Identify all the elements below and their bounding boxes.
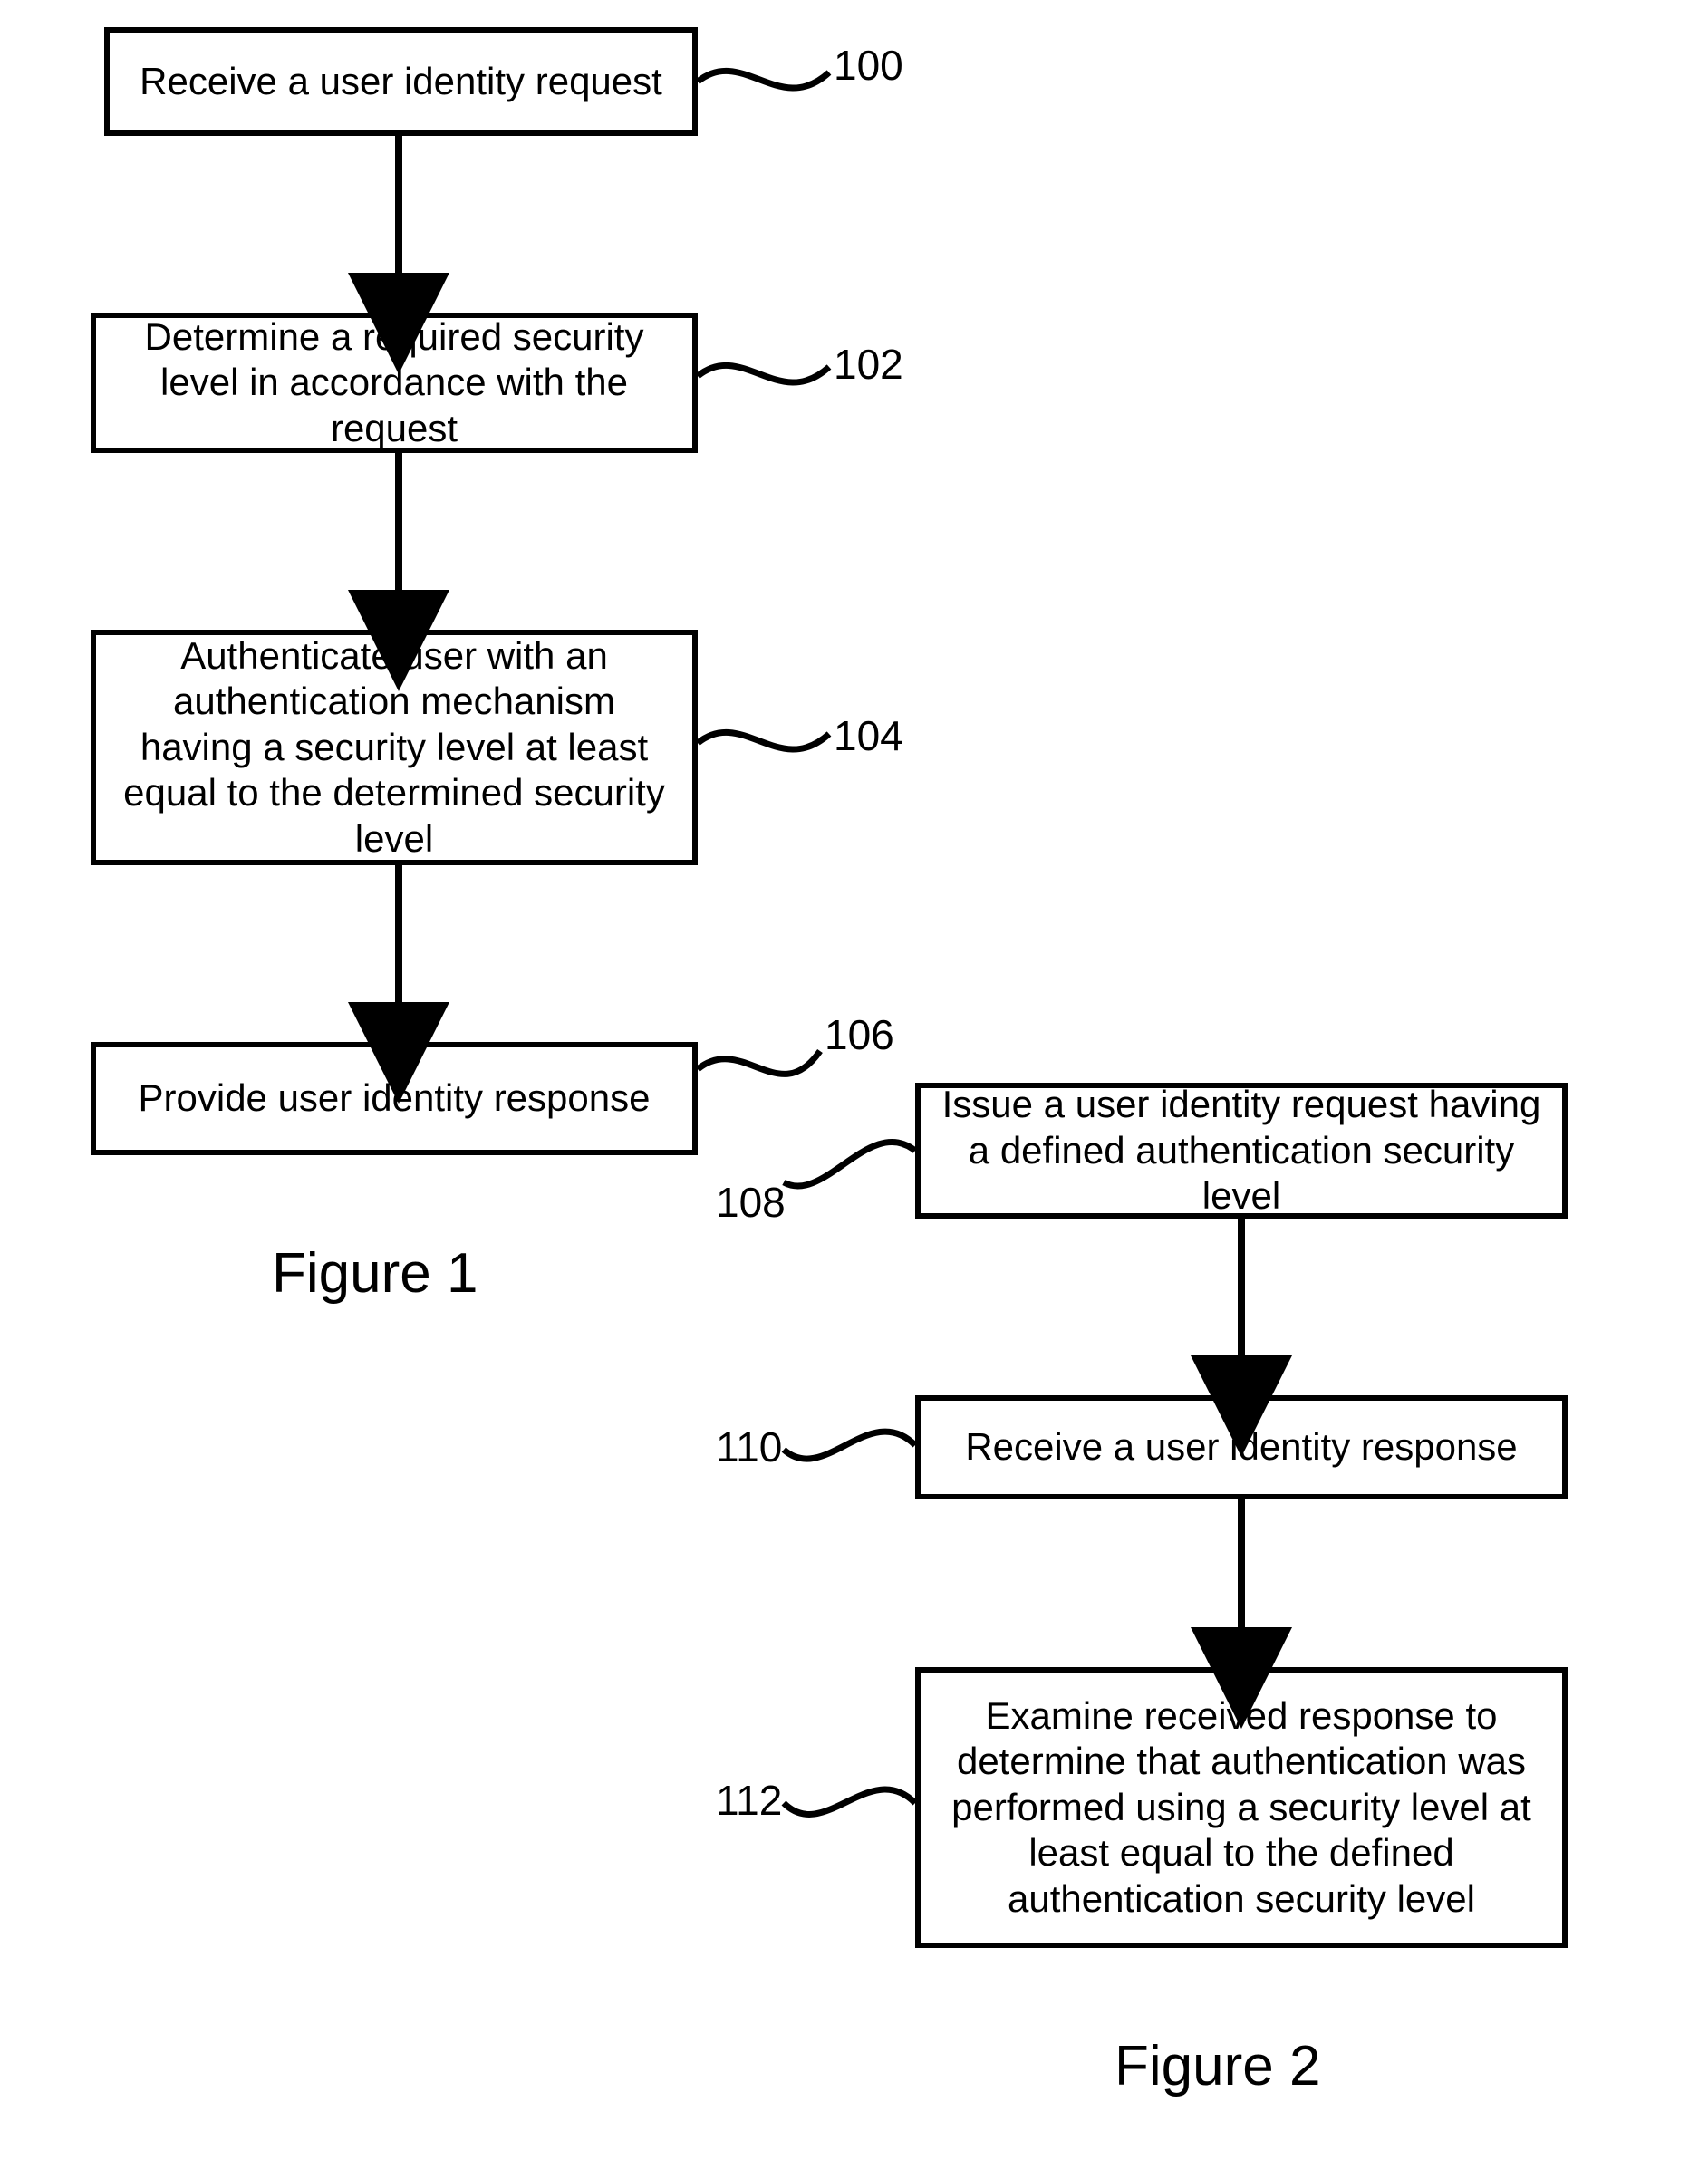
fig1-caption: Figure 1 xyxy=(272,1241,478,1306)
fig2-step-110-text: Receive a user identity response xyxy=(965,1424,1517,1470)
fig1-step-102-id: 102 xyxy=(834,340,903,389)
fig2-step-110: Receive a user identity response xyxy=(915,1395,1568,1499)
fig1-step-102-text: Determine a required security level in a… xyxy=(112,314,676,451)
fig1-step-100-id: 100 xyxy=(834,41,903,90)
fig2-step-108: Issue a user identity request having a d… xyxy=(915,1083,1568,1219)
fig2-step-112: Examine received response to determine t… xyxy=(915,1667,1568,1948)
fig1-step-106-id: 106 xyxy=(825,1010,894,1059)
fig2-step-110-id: 110 xyxy=(716,1422,782,1471)
fig2-caption: Figure 2 xyxy=(1115,2034,1320,2098)
fig1-step-100: Receive a user identity request xyxy=(104,27,698,136)
fig2-step-112-id: 112 xyxy=(716,1776,782,1825)
fig1-step-104-text: Authenticate user with an authentication… xyxy=(112,633,676,862)
fig2-step-112-text: Examine received response to determine t… xyxy=(937,1693,1546,1922)
fig2-step-108-text: Issue a user identity request having a d… xyxy=(937,1082,1546,1219)
fig1-step-104: Authenticate user with an authentication… xyxy=(91,630,698,865)
fig1-step-106: Provide user identity response xyxy=(91,1042,698,1155)
fig1-step-100-text: Receive a user identity request xyxy=(140,59,662,104)
fig2-step-108-id: 108 xyxy=(716,1178,786,1227)
fig1-step-106-text: Provide user identity response xyxy=(139,1075,651,1121)
fig1-step-104-id: 104 xyxy=(834,711,903,760)
fig1-step-102: Determine a required security level in a… xyxy=(91,313,698,453)
diagram-canvas: Receive a user identity request 100 Dete… xyxy=(0,0,1708,2160)
